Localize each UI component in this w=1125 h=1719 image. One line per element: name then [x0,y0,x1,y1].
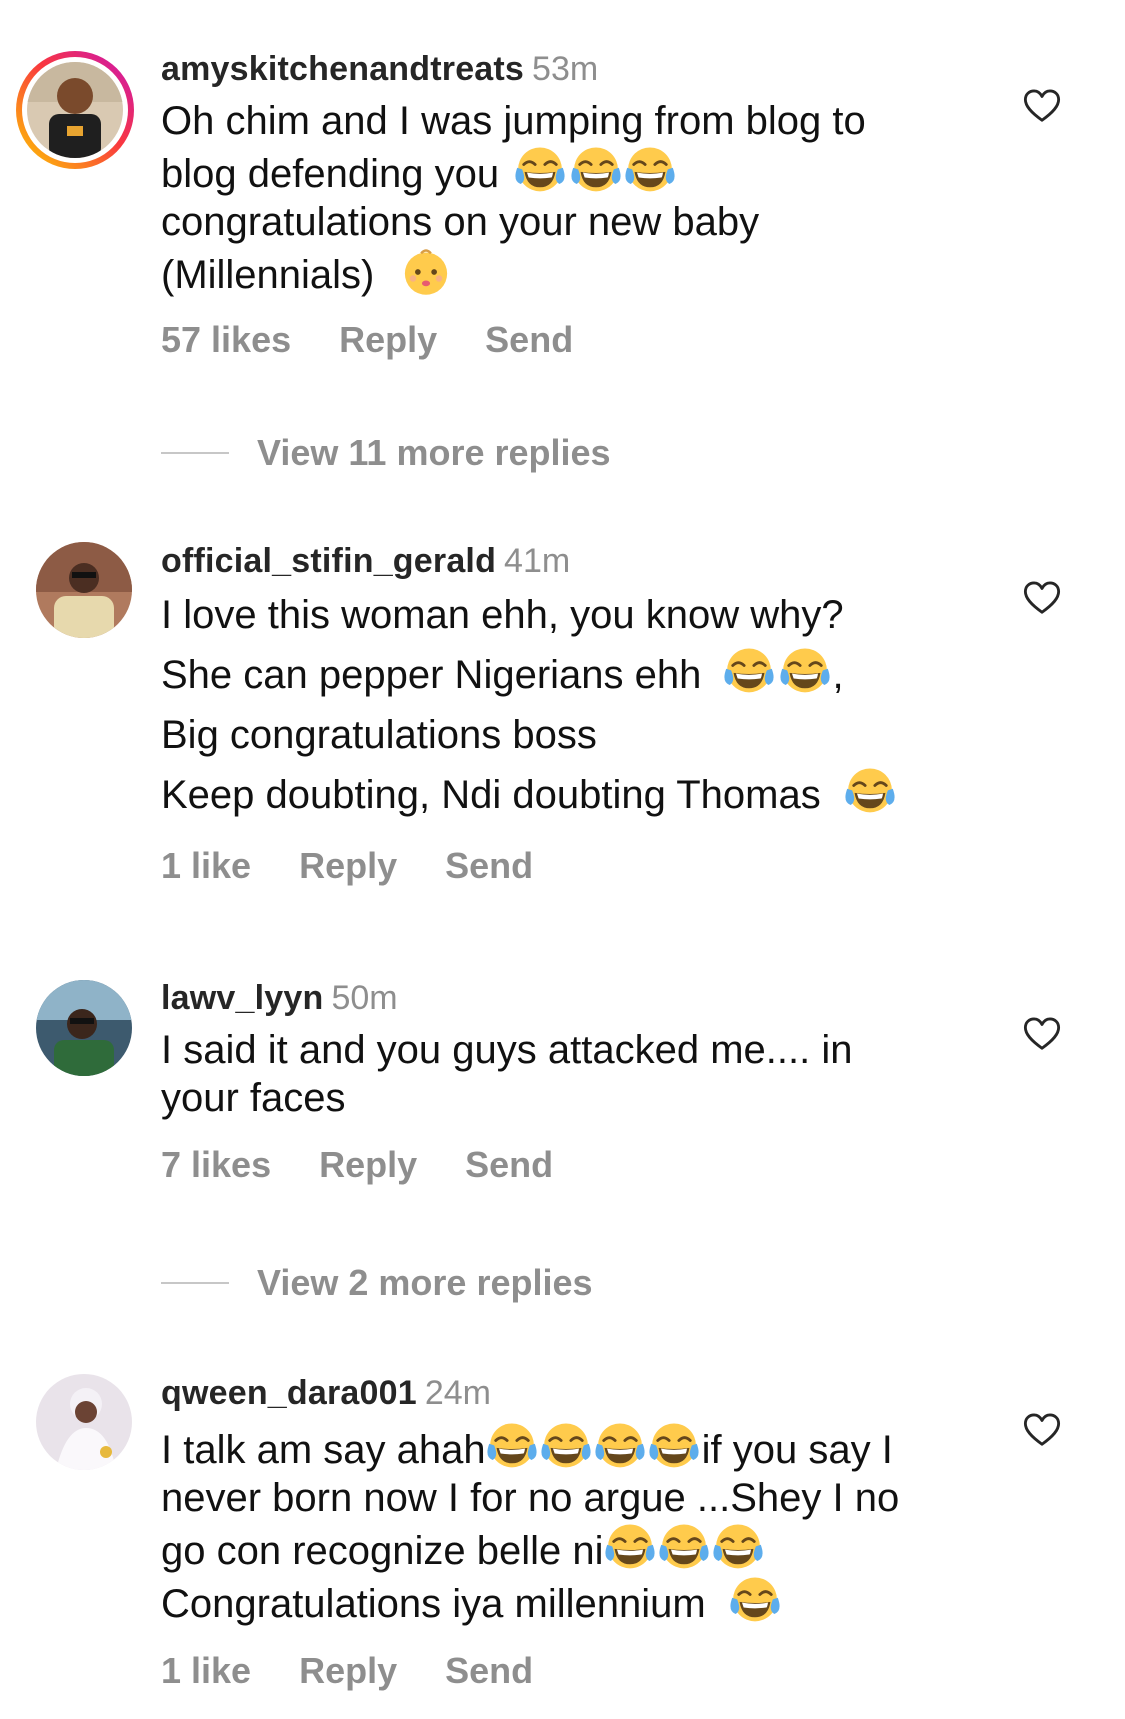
avatar[interactable] [36,1374,132,1470]
heart-icon[interactable] [1023,1412,1061,1448]
likes-count[interactable]: 7 likes [161,1144,271,1185]
comment-username[interactable]: qween_dara001 [161,1374,417,1412]
laugh-emoji-icon [844,766,896,818]
comment-time: 41m [504,542,571,580]
laugh-emoji-icon [779,646,831,698]
comment-time: 53m [532,50,599,88]
comment-actions: 1 like Reply Send [161,1650,981,1692]
comment-username[interactable]: official_stifin_gerald [161,542,496,580]
divider [161,452,229,454]
comment-actions: 7 likes Reply Send [161,1144,981,1186]
comment-text: I love this woman ehh, you know why? She… [161,585,981,825]
heart-icon[interactable] [1023,1016,1061,1052]
reply-button[interactable]: Reply [299,1650,397,1691]
laugh-emoji-icon [604,1522,656,1574]
comment-text: I said it and you guys attacked me.... i… [161,1028,853,1120]
avatar-story-ring[interactable] [16,51,134,169]
comment-time: 24m [424,1374,491,1412]
likes-count[interactable]: 57 likes [161,319,291,360]
laugh-emoji-icon [570,145,622,197]
heart-icon[interactable] [1023,580,1061,616]
view-more-replies-button[interactable]: View 2 more replies [161,1262,593,1304]
baby-emoji-icon [400,246,452,298]
laugh-emoji-icon [729,1575,781,1627]
laugh-emoji-icon [712,1522,764,1574]
likes-count[interactable]: 1 like [161,1650,251,1691]
avatar[interactable] [36,542,132,638]
comment-username[interactable]: lawv_lyyn [161,979,323,1017]
reply-button[interactable]: Reply [339,319,437,360]
laugh-emoji-icon [723,646,775,698]
heart-icon[interactable] [1023,88,1061,124]
send-button[interactable]: Send [465,1144,553,1185]
laugh-emoji-icon [540,1421,592,1473]
comment-actions: 57 likes Reply Send [161,319,981,361]
laugh-emoji-icon [624,145,676,197]
reply-button[interactable]: Reply [319,1144,417,1185]
divider [161,1282,229,1284]
avatar[interactable] [36,980,132,1076]
view-more-replies-button[interactable]: View 11 more replies [161,432,611,474]
comment-text: Oh chim and I was jumping from blog to b… [161,99,866,298]
reply-button[interactable]: Reply [299,845,397,886]
send-button[interactable]: Send [485,319,573,360]
laugh-emoji-icon [658,1522,710,1574]
comment-text: I talk am say ahah if you say I never bor… [161,1421,981,1628]
laugh-emoji-icon [594,1421,646,1473]
comment-time: 50m [331,979,398,1017]
send-button[interactable]: Send [445,1650,533,1691]
avatar[interactable] [27,62,123,158]
laugh-emoji-icon [514,145,566,197]
likes-count[interactable]: 1 like [161,845,251,886]
comment-actions: 1 like Reply Send [161,845,981,887]
laugh-emoji-icon [486,1421,538,1473]
laugh-emoji-icon [648,1421,700,1473]
send-button[interactable]: Send [445,845,533,886]
comment-username[interactable]: amyskitchenandtreats [161,50,524,88]
